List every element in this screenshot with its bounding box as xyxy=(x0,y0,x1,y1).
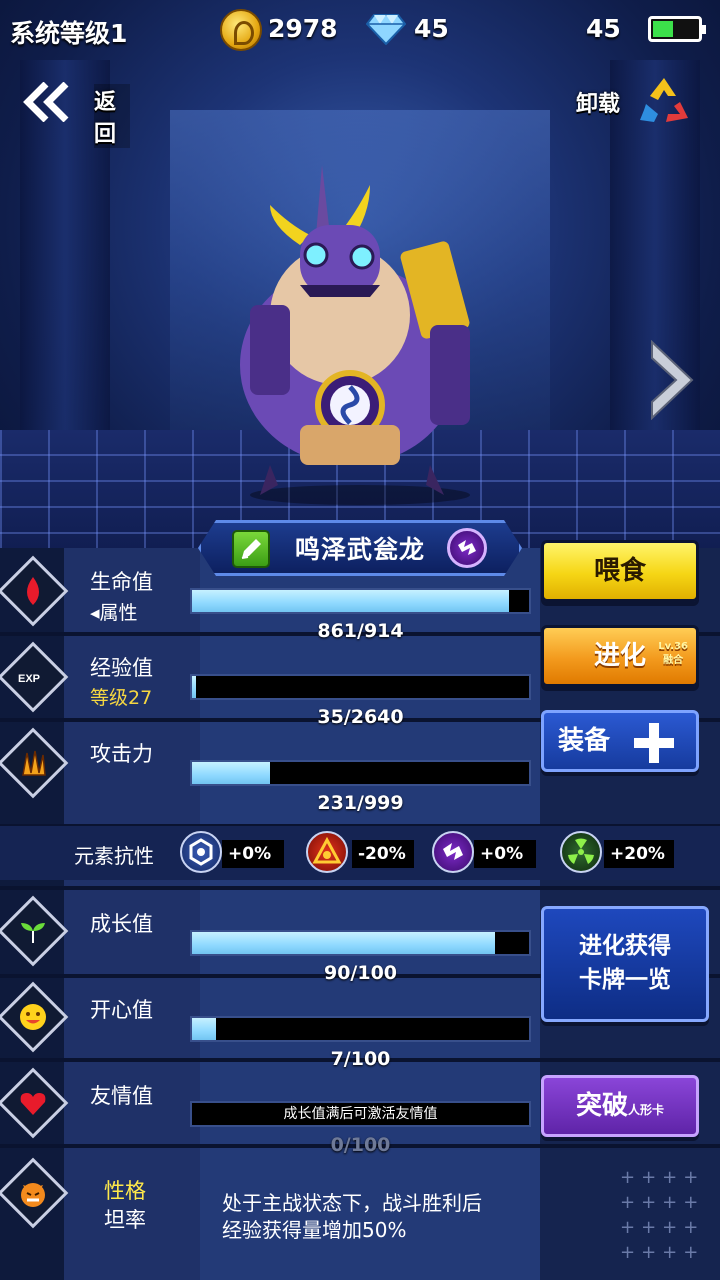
breakthrough-label: 突破 xyxy=(575,1091,628,1121)
evolve-level-tag: Lv.36 xyxy=(658,641,688,652)
personality-description-line: 经验获得量增加50% xyxy=(222,1218,407,1242)
attack-bar xyxy=(190,760,531,786)
evolve-button[interactable]: 进化 Lv.36 融合 xyxy=(541,625,699,687)
resistance-value: -20% xyxy=(352,840,414,868)
growth-bar xyxy=(190,930,531,956)
attack-bar-fill xyxy=(192,762,270,784)
bar-column xyxy=(200,548,540,1280)
decorative-plus-pattern: ++++ ++++ ++++ ++++ xyxy=(620,1167,705,1263)
radiation-icon xyxy=(560,831,602,873)
edit-name-pencil-icon[interactable] xyxy=(232,530,270,568)
back-label: 返回 xyxy=(94,84,130,148)
friendship-locked-bar: 成长值满后可激活友情值 xyxy=(190,1101,531,1127)
recycle-icon xyxy=(640,78,688,122)
back-button[interactable]: 返回 xyxy=(20,78,130,148)
hp-value: 861/914 xyxy=(317,620,404,642)
attack-value: 231/999 xyxy=(317,792,404,814)
gem-count: 45 xyxy=(414,14,449,43)
happiness-value: 7/100 xyxy=(330,1048,391,1070)
growth-label: 成长值 xyxy=(90,912,153,936)
coin-count: 2978 xyxy=(268,14,338,43)
row-separator xyxy=(0,886,720,890)
lightning-element-icon xyxy=(447,528,487,568)
evolve-label: 进化 xyxy=(593,641,646,671)
hex-ring-icon xyxy=(180,831,222,873)
hp-bar xyxy=(190,588,531,614)
evolution-cards-label-line: 卡牌一览 xyxy=(579,967,671,993)
resistance-value: +0% xyxy=(474,840,536,868)
resistance-value: +20% xyxy=(604,840,674,868)
happiness-bar xyxy=(190,1016,531,1042)
battery-icon xyxy=(648,16,706,42)
level-label: 等级27 xyxy=(90,687,153,709)
happiness-label: 开心值 xyxy=(90,998,153,1022)
happiness-bar-fill xyxy=(192,1018,216,1040)
element-resistance-label: 元素抗性 xyxy=(74,844,154,868)
growth-value: 90/100 xyxy=(323,962,398,984)
battery-percent: 45 xyxy=(586,14,621,43)
growth-bar-fill xyxy=(192,932,496,954)
exp-label: 经验值 xyxy=(90,656,153,680)
next-monster-arrow-icon[interactable] xyxy=(648,340,694,420)
evolution-cards-label-line: 进化获得 xyxy=(579,933,671,959)
exp-bar-fill xyxy=(192,676,197,698)
monster-name: 鸣泽武瓮龙 xyxy=(294,535,425,564)
unload-button[interactable]: 卸载 xyxy=(576,74,696,128)
breakthrough-tag: 人形卡 xyxy=(628,1103,665,1117)
double-chevron-left-icon xyxy=(23,82,69,122)
personality-value: 坦率 xyxy=(104,1208,146,1232)
exp-bar xyxy=(190,674,531,700)
feed-button[interactable]: 喂食 xyxy=(541,540,699,602)
monster-model xyxy=(240,165,470,505)
equip-button[interactable]: 装备 xyxy=(541,710,699,772)
battery-fill xyxy=(653,21,673,37)
attack-label: 攻击力 xyxy=(90,742,153,766)
status-bar: 系统等级1 2978 45 45 xyxy=(0,0,720,58)
evolve-fusion-tag: 融合 xyxy=(663,655,684,666)
personality-description-line: 处于主战状态下，战斗胜利后 xyxy=(222,1191,482,1215)
lightning-icon xyxy=(432,831,474,873)
personality-description: 处于主战状态下，战斗胜利后 经验获得量增加50% xyxy=(222,1190,552,1244)
friendship-value: 0/100 xyxy=(330,1134,391,1156)
unload-label: 卸载 xyxy=(576,92,621,117)
coin-icon xyxy=(220,9,262,51)
friendship-label: 友情值 xyxy=(90,1084,153,1108)
fire-triangle-icon xyxy=(306,831,348,873)
evolve-tag: Lv.36 融合 xyxy=(658,640,688,668)
personality-label: 性格 xyxy=(104,1179,146,1203)
diamond-icon xyxy=(366,14,406,45)
evolution-cards-list-button[interactable]: 进化获得 卡牌一览 xyxy=(541,906,709,1022)
hp-bar-fill xyxy=(192,590,510,612)
attribute-link[interactable]: ◂属性 xyxy=(90,598,138,625)
equip-label: 装备 xyxy=(558,726,611,756)
plus-icon xyxy=(634,723,674,763)
system-level: 系统等级1 xyxy=(10,19,128,48)
hp-label: 生命值 xyxy=(90,570,153,594)
exp-value: 35/2640 xyxy=(317,706,404,728)
resistance-value: +0% xyxy=(222,840,284,868)
breakthrough-button[interactable]: 突破人形卡 xyxy=(541,1075,699,1137)
svg-text:EXP: EXP xyxy=(18,673,40,685)
